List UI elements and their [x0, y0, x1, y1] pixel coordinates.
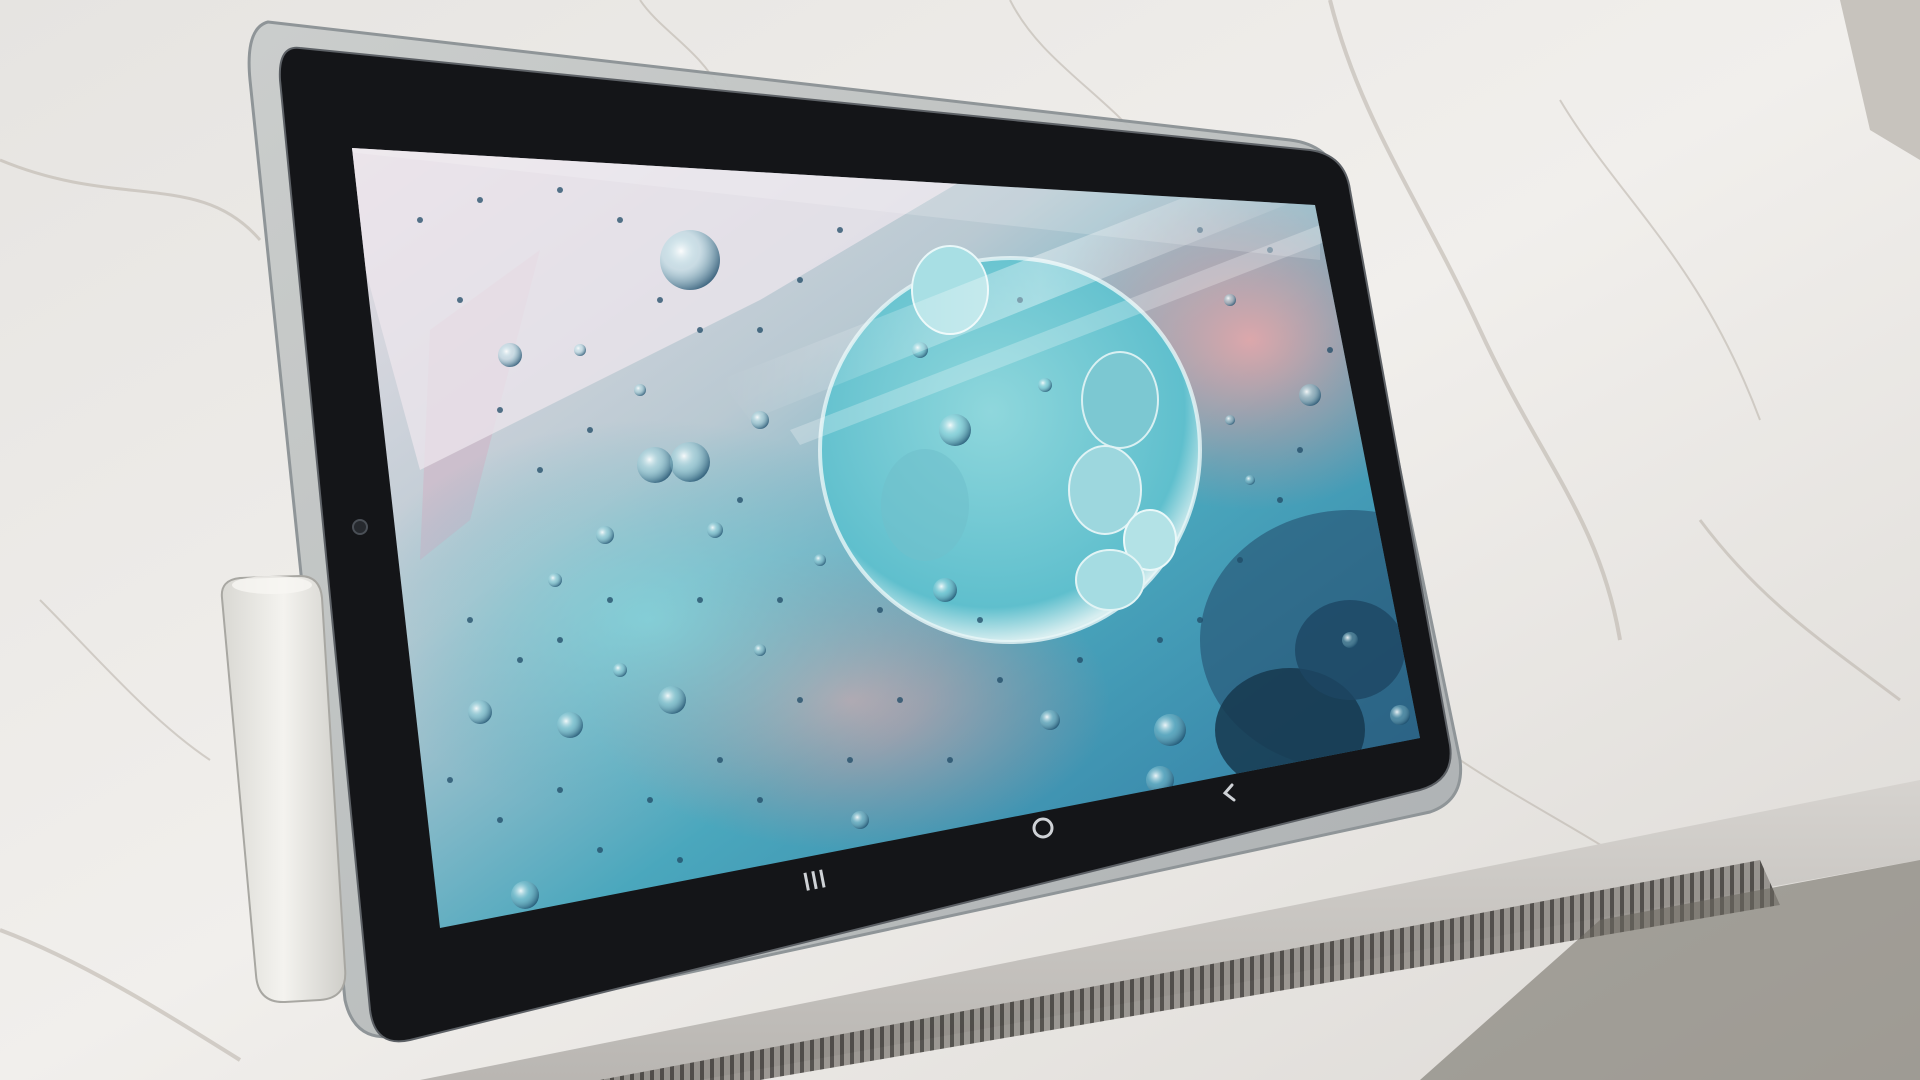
photo-canvas [0, 0, 1920, 1080]
photo-scene [0, 0, 1920, 1080]
front-camera [352, 519, 368, 535]
